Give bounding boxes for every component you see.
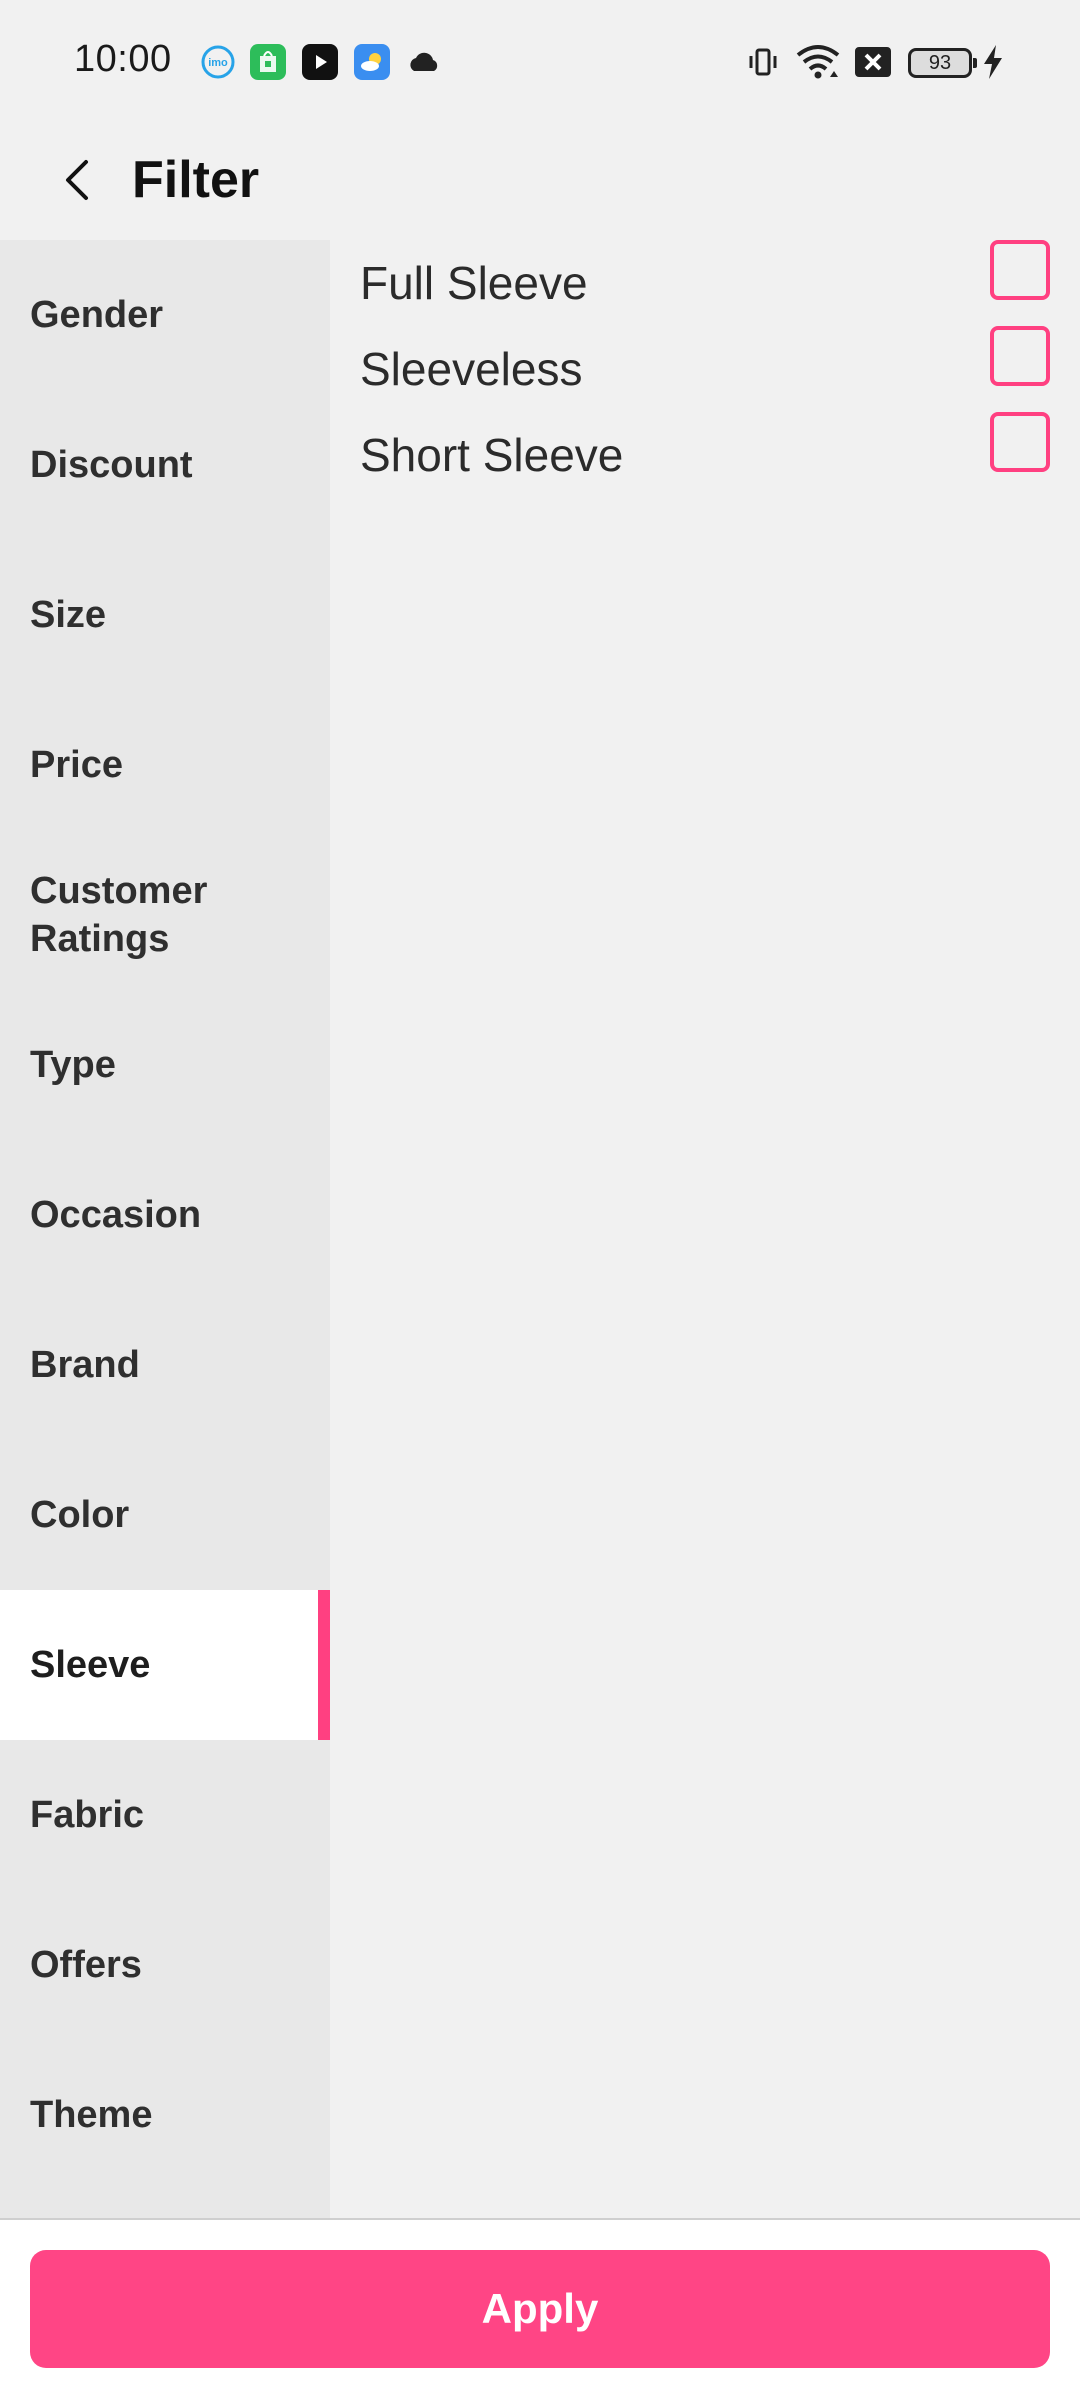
charging-icon: [982, 42, 1004, 82]
sidebar-item-label: Gender: [30, 294, 164, 336]
sidebar-item-occasion[interactable]: Occasion: [0, 1140, 330, 1290]
sidebar-item-sleeve[interactable]: Sleeve: [0, 1590, 330, 1740]
status-bar: 10:00 imo 93: [0, 0, 1080, 120]
option-label: Sleeveless: [360, 343, 583, 395]
sidebar-item-label: Size: [30, 594, 107, 636]
sidebar-item-theme[interactable]: Theme: [0, 2040, 330, 2190]
sleeveless-checkbox[interactable]: [990, 326, 1050, 386]
sidebar-item-price[interactable]: Price: [0, 690, 330, 840]
short-sleeve-checkbox[interactable]: [990, 412, 1050, 472]
sidebar-item-label: Type: [30, 1044, 116, 1086]
sidebar-item-label: Customer Ratings: [30, 870, 208, 960]
sidebar-item-label: Discount: [30, 444, 193, 486]
sidebar-item-label: Occasion: [30, 1194, 202, 1236]
sim-off-icon: [854, 42, 892, 82]
sleeve-options-list: Full Sleeve Sleeveless Short Sleeve: [330, 240, 1080, 2220]
back-arrow-icon: [66, 160, 88, 200]
sidebar-item-label: Theme: [30, 2094, 153, 2136]
full-sleeve-checkbox[interactable]: [990, 240, 1050, 300]
sidebar-item-offers[interactable]: Offers: [0, 1890, 330, 2040]
filter-category-list: Gender Discount Size Price Customer Rati…: [0, 240, 330, 2220]
wifi-icon: [794, 42, 842, 82]
footer: Apply: [0, 2218, 1080, 2400]
back-button[interactable]: [40, 142, 116, 218]
page-title: Filter: [132, 151, 260, 209]
app-store-icon: [250, 44, 286, 80]
sidebar-item-fabric[interactable]: Fabric: [0, 1740, 330, 1890]
sidebar-item-label: Price: [30, 744, 123, 786]
sidebar-item-label: Color: [30, 1494, 130, 1536]
sidebar-item-gender[interactable]: Gender: [0, 240, 330, 390]
sidebar-item-label: Offers: [30, 1944, 142, 1986]
imo-icon: imo: [200, 44, 236, 80]
weather-icon: [354, 44, 390, 80]
header: Filter: [0, 120, 1080, 240]
status-time: 10:00: [74, 38, 172, 80]
sidebar-item-color[interactable]: Color: [0, 1440, 330, 1590]
sidebar-item-customer-ratings[interactable]: Customer Ratings: [0, 840, 330, 990]
apply-button[interactable]: Apply: [30, 2250, 1050, 2368]
svg-text:imo: imo: [208, 57, 228, 69]
option-full-sleeve[interactable]: Full Sleeve: [330, 240, 1080, 326]
sidebar-item-label: Brand: [30, 1344, 140, 1386]
option-label: Short Sleeve: [360, 429, 624, 481]
option-short-sleeve[interactable]: Short Sleeve: [330, 412, 1080, 498]
option-sleeveless[interactable]: Sleeveless: [330, 326, 1080, 412]
battery-icon: 93: [908, 48, 977, 78]
option-label: Full Sleeve: [360, 257, 588, 309]
sidebar-item-type[interactable]: Type: [0, 990, 330, 1140]
sidebar-item-label: Fabric: [30, 1794, 145, 1836]
sidebar-item-brand[interactable]: Brand: [0, 1290, 330, 1440]
sidebar-item-label: Sleeve: [30, 1644, 151, 1686]
cloud-icon: [406, 44, 442, 80]
vibrate-icon: [746, 42, 780, 82]
youtube-icon: [302, 44, 338, 80]
sidebar-item-size[interactable]: Size: [0, 540, 330, 690]
active-indicator: [318, 1590, 330, 1740]
sidebar-item-discount[interactable]: Discount: [0, 390, 330, 540]
